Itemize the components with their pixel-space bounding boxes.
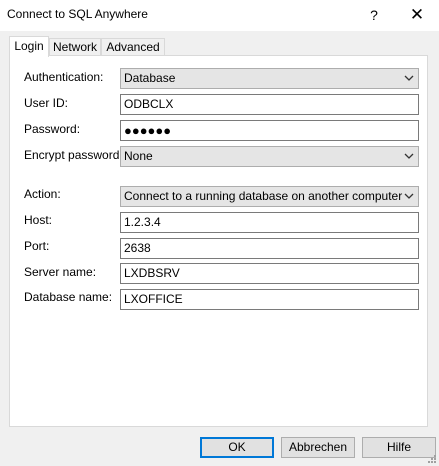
encrypt-password-label: Encrypt password: <box>24 148 123 162</box>
host-field[interactable]: 1.2.3.4 <box>120 212 419 233</box>
ok-button[interactable]: OK <box>200 437 274 458</box>
encrypt-password-select[interactable]: None <box>120 146 419 167</box>
tab-advanced[interactable]: Advanced <box>101 38 165 56</box>
cancel-button[interactable]: Abbrechen <box>281 437 355 458</box>
user-id-label: User ID: <box>24 96 69 110</box>
help-title-button[interactable]: ? <box>360 3 388 27</box>
password-field[interactable]: ●●●●●● <box>120 120 419 141</box>
window-title: Connect to SQL Anywhere <box>7 7 148 21</box>
port-label: Port: <box>24 239 50 253</box>
encrypt-password-value: None <box>124 149 153 163</box>
action-value: Connect to a running database on another… <box>124 189 403 203</box>
close-button[interactable]: ✕ <box>402 3 432 27</box>
title-bar: Connect to SQL Anywhere ? ✕ <box>0 0 439 31</box>
tab-login[interactable]: Login <box>9 36 49 57</box>
port-field[interactable]: 2638 <box>120 238 419 259</box>
resize-grip-icon[interactable] <box>427 454 437 464</box>
authentication-value: Database <box>124 71 176 85</box>
authentication-select[interactable]: Database <box>120 68 419 89</box>
help-button[interactable]: Hilfe <box>362 437 436 458</box>
chevron-down-icon <box>404 75 414 81</box>
server-name-field[interactable]: LXDBSRV <box>120 263 419 284</box>
chevron-down-icon <box>404 153 414 159</box>
database-name-label: Database name: <box>24 290 113 304</box>
action-select[interactable]: Connect to a running database on another… <box>120 186 419 207</box>
password-label: Password: <box>24 122 81 136</box>
chevron-down-icon <box>404 193 414 199</box>
action-label: Action: <box>24 187 61 201</box>
tab-network[interactable]: Network <box>49 38 101 56</box>
host-label: Host: <box>24 213 53 227</box>
authentication-label: Authentication: <box>24 70 104 84</box>
user-id-field[interactable]: ODBCLX <box>120 94 419 115</box>
server-name-label: Server name: <box>24 265 97 279</box>
database-name-field[interactable]: LXOFFICE <box>120 289 419 310</box>
